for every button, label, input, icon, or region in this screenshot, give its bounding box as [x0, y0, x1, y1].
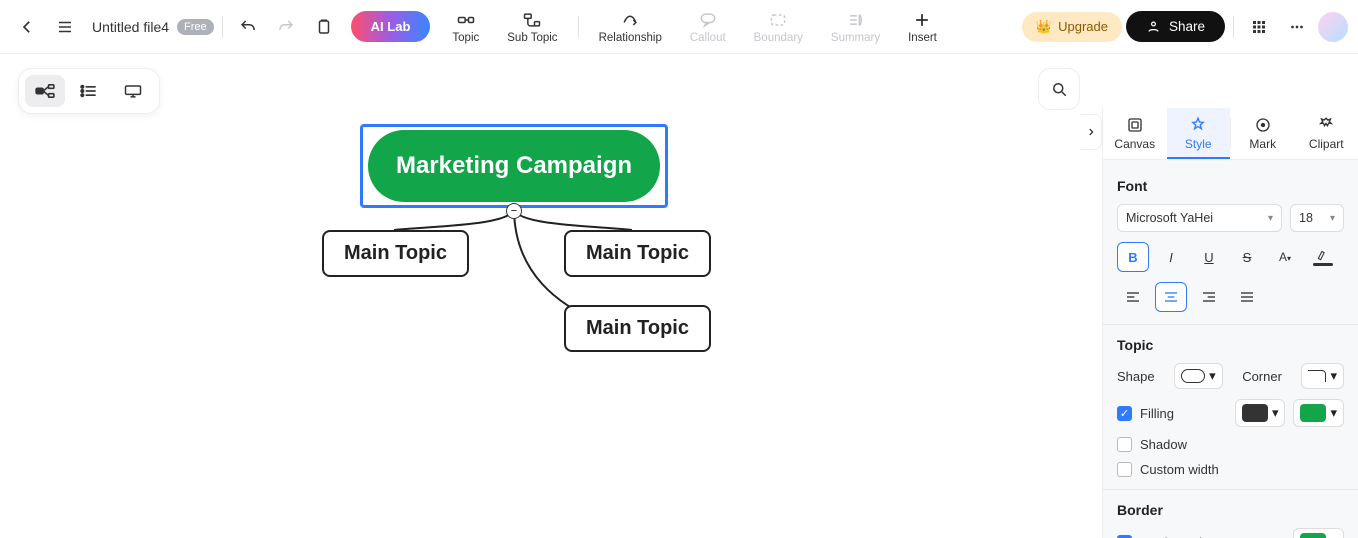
tab-clipart-label: Clipart — [1309, 137, 1344, 151]
tool-sub-topic[interactable]: Sub Topic — [495, 10, 569, 44]
tool-topic[interactable]: Topic — [440, 10, 491, 44]
panel-body: Font Microsoft YaHei ▾ 18 ▾ B I U S A▾ — [1103, 160, 1358, 538]
plan-badge: Free — [177, 19, 214, 35]
topic-node[interactable]: Main Topic — [564, 305, 711, 352]
separator — [1103, 489, 1358, 490]
central-topic-node[interactable]: Marketing Campaign — [368, 130, 660, 202]
back-button[interactable] — [10, 10, 44, 44]
undo-button[interactable] — [231, 10, 265, 44]
separator — [578, 16, 579, 38]
tool-relationship[interactable]: Relationship — [587, 10, 674, 44]
chevron-down-icon: ▾ — [1268, 213, 1273, 224]
bold-button[interactable]: B — [1117, 242, 1149, 272]
ai-lab-button[interactable]: AI Lab — [351, 11, 431, 42]
chevron-down-icon: ▾ — [1272, 405, 1279, 421]
underline-button[interactable]: U — [1193, 242, 1225, 272]
corner-icon — [1308, 370, 1326, 382]
section-border-title: Border — [1117, 502, 1344, 518]
custom-width-checkbox[interactable] — [1117, 462, 1132, 477]
clipboard-button[interactable] — [307, 10, 341, 44]
separator — [1103, 324, 1358, 325]
hamburger-menu-button[interactable] — [48, 10, 82, 44]
tab-canvas[interactable]: Canvas — [1103, 108, 1167, 159]
tool-boundary-label: Boundary — [754, 32, 803, 44]
align-justify-button[interactable] — [1231, 282, 1263, 312]
chevron-down-icon: ▾ — [1330, 368, 1337, 384]
chevron-down-icon: ▾ — [1209, 368, 1216, 384]
crown-icon: 👑 — [1036, 19, 1052, 35]
properties-panel: Canvas Style Mark Clipart Font Microsoft… — [1102, 108, 1358, 538]
tab-clipart[interactable]: Clipart — [1295, 108, 1358, 159]
tab-mark-label: Mark — [1249, 137, 1276, 151]
chevron-down-icon: ▾ — [1330, 405, 1337, 421]
tool-summary: Summary — [819, 10, 892, 44]
border-color-select[interactable]: ▾ — [1293, 528, 1344, 538]
separator — [1233, 16, 1234, 38]
align-right-button[interactable] — [1193, 282, 1225, 312]
color-swatch — [1242, 404, 1268, 422]
custom-width-label: Custom width — [1140, 462, 1219, 477]
filling-label: Filling — [1140, 406, 1174, 421]
filling-checkbox[interactable]: ✓ — [1117, 406, 1132, 421]
tool-insert-label: Insert — [908, 32, 937, 44]
user-avatar[interactable] — [1318, 12, 1348, 42]
color-swatch — [1300, 404, 1326, 422]
fill-texture-select[interactable]: ▾ — [1235, 399, 1286, 427]
file-title[interactable]: Untitled file4 — [92, 19, 169, 35]
redo-button[interactable] — [269, 10, 303, 44]
topic-node[interactable]: Main Topic — [322, 230, 469, 277]
more-menu-button[interactable] — [1280, 10, 1314, 44]
tool-subtopic-label: Sub Topic — [507, 32, 557, 44]
top-toolbar: Untitled file4 Free AI Lab Topic Sub Top… — [0, 0, 1358, 54]
color-swatch — [1300, 533, 1326, 538]
upgrade-button[interactable]: 👑 Upgrade — [1022, 12, 1122, 42]
tab-mark[interactable]: Mark — [1231, 108, 1295, 159]
highlight-button[interactable] — [1307, 242, 1339, 272]
section-font-title: Font — [1117, 178, 1344, 194]
corner-select[interactable]: ▾ — [1301, 363, 1344, 389]
panel-tabs: Canvas Style Mark Clipart — [1103, 108, 1358, 160]
section-topic-title: Topic — [1117, 337, 1344, 353]
font-size-value: 18 — [1299, 211, 1313, 225]
upgrade-label: Upgrade — [1058, 19, 1108, 34]
chevron-down-icon: ▾ — [1330, 213, 1335, 224]
panel-collapse-button[interactable] — [1080, 114, 1102, 150]
font-size-select[interactable]: 18 ▾ — [1290, 204, 1344, 232]
shadow-label: Shadow — [1140, 437, 1187, 452]
font-family-value: Microsoft YaHei — [1126, 211, 1213, 225]
workspace: Marketing Campaign − Main Topic Main Top… — [0, 54, 1358, 538]
border-color-label: Border Color — [1140, 535, 1214, 538]
apps-grid-button[interactable] — [1242, 10, 1276, 44]
border-color-checkbox[interactable]: ✓ — [1117, 535, 1132, 538]
shape-select[interactable]: ▾ — [1174, 363, 1223, 389]
font-color-button[interactable]: A▾ — [1269, 242, 1301, 272]
strikethrough-button[interactable]: S — [1231, 242, 1263, 272]
shadow-checkbox[interactable] — [1117, 437, 1132, 452]
pill-shape-icon — [1181, 369, 1205, 383]
tab-style-label: Style — [1185, 137, 1212, 151]
topic-node[interactable]: Main Topic — [564, 230, 711, 277]
tab-canvas-label: Canvas — [1114, 137, 1155, 151]
tool-summary-label: Summary — [831, 32, 880, 44]
tab-style[interactable]: Style — [1167, 108, 1231, 159]
tool-topic-label: Topic — [452, 32, 479, 44]
corner-label: Corner — [1242, 369, 1282, 384]
align-center-button[interactable] — [1155, 282, 1187, 312]
fill-color-select[interactable]: ▾ — [1293, 399, 1344, 427]
collapse-handle[interactable]: − — [506, 203, 522, 219]
separator — [222, 16, 223, 38]
tool-relationship-label: Relationship — [599, 32, 662, 44]
tool-callout-label: Callout — [690, 32, 726, 44]
italic-button[interactable]: I — [1155, 242, 1187, 272]
share-label: Share — [1169, 19, 1205, 34]
tool-boundary: Boundary — [742, 10, 815, 44]
tool-callout: Callout — [678, 10, 738, 44]
align-left-button[interactable] — [1117, 282, 1149, 312]
chevron-down-icon: ▾ — [1330, 534, 1337, 538]
share-button[interactable]: Share — [1126, 11, 1225, 42]
shape-label: Shape — [1117, 369, 1155, 384]
tool-insert[interactable]: Insert — [896, 10, 949, 44]
font-family-select[interactable]: Microsoft YaHei ▾ — [1117, 204, 1282, 232]
